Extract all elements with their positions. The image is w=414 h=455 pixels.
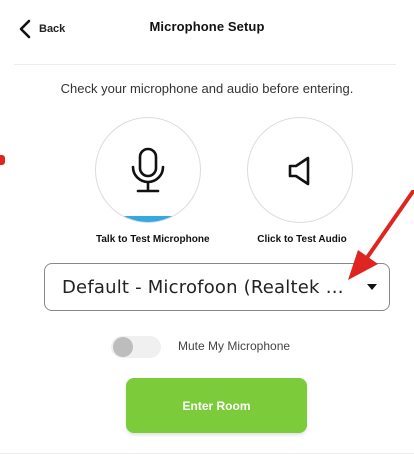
- enter-room-label: Enter Room: [182, 398, 251, 413]
- microphone-device-select[interactable]: Default - Microfoon (Realtek Audio): [44, 263, 390, 311]
- test-microphone-label: Talk to Test Microphone: [96, 234, 210, 245]
- header-divider: [14, 64, 396, 65]
- instructions-text: Check your microphone and audio before e…: [60, 81, 354, 96]
- header-bar: Back Microphone Setup: [0, 0, 414, 64]
- microphone-icon: [131, 147, 165, 193]
- page-title: Microphone Setup: [149, 19, 265, 34]
- mic-level-indicator: [96, 216, 200, 222]
- annotation-arrow: [348, 190, 414, 280]
- test-microphone-button[interactable]: [95, 117, 201, 223]
- mute-label: Mute My Microphone: [178, 339, 291, 353]
- enter-room-button[interactable]: Enter Room: [126, 378, 307, 433]
- bottom-divider: [0, 453, 414, 454]
- speaker-icon: [288, 156, 310, 186]
- test-audio-button[interactable]: [247, 117, 353, 223]
- annotation-mark: [0, 155, 5, 165]
- dropdown-arrow-icon: [367, 284, 377, 290]
- select-value: Default - Microfoon (Realtek Audio): [62, 277, 354, 298]
- toggle-knob: [113, 337, 133, 357]
- mute-toggle[interactable]: [111, 336, 161, 358]
